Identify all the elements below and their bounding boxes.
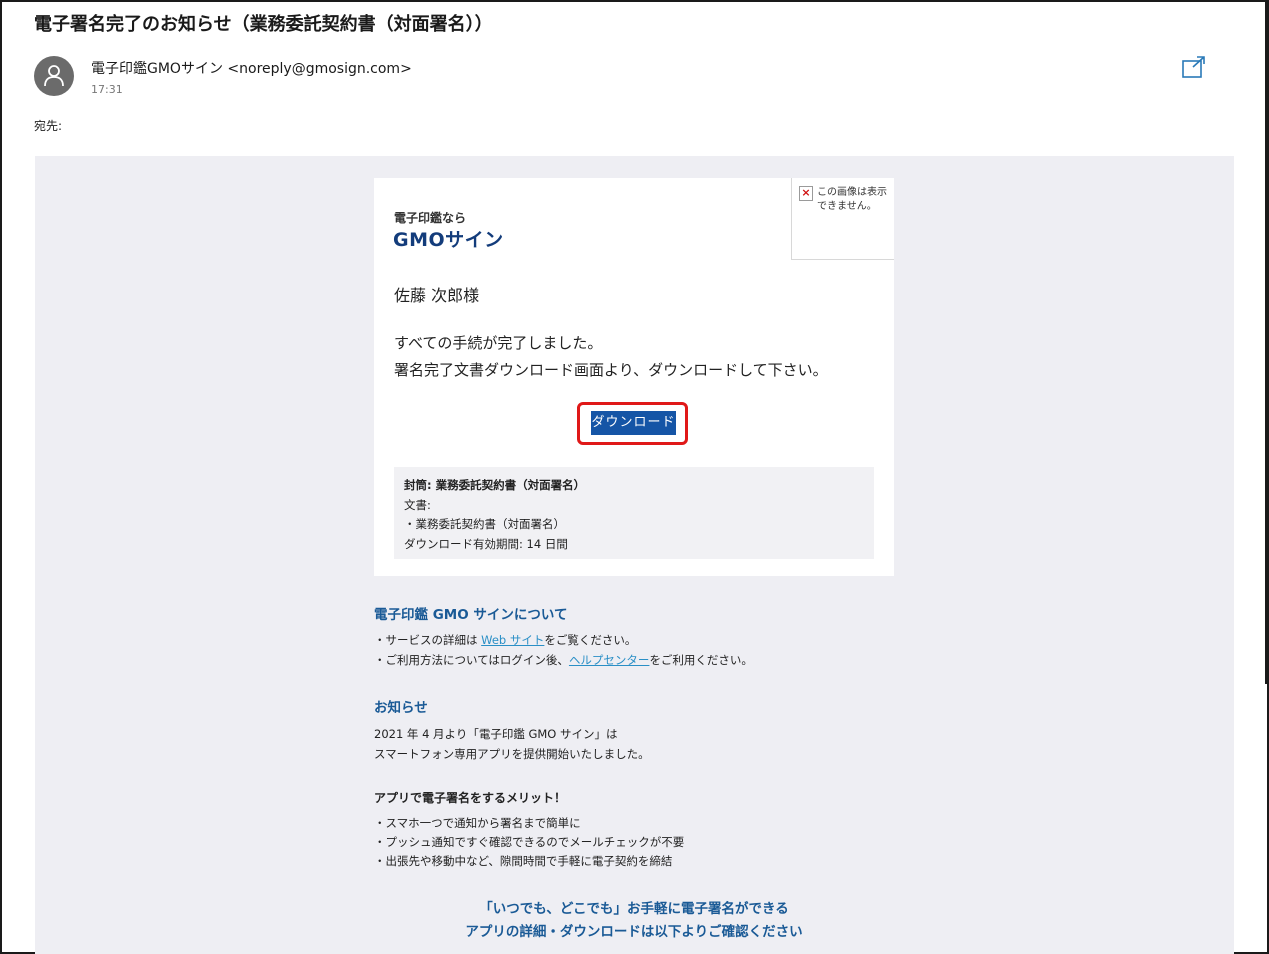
about-line-2-suffix: をご利用ください。 [649, 653, 753, 667]
document-item: ・業務委託契約書（対面署名） [404, 517, 565, 531]
merit-title: アプリで電子署名をするメリット！ [374, 791, 567, 805]
help-center-link[interactable]: ヘルプセンター [569, 653, 650, 667]
merit-item: ・プッシュ通知ですぐ確認できるのでメールチェックが不要 [374, 835, 685, 849]
document-label: 文書: [404, 498, 431, 512]
document-info: 封筒: 業務委託契約書（対面署名） 文書: ・業務委託契約書（対面署名） ダウン… [394, 467, 874, 559]
person-icon [44, 65, 64, 87]
merit-item: ・出張先や移動中など、隙間時間で手軽に電子契約を締結 [374, 854, 673, 868]
email-time: 17:31 [91, 83, 123, 96]
broken-image: × この画像は表示できません。 [791, 178, 894, 260]
message-card: 電子印鑑なら GMOサイン × この画像は表示できません。 佐藤 次郎様 すべて… [374, 178, 894, 576]
scrollbar-edge [1265, 0, 1267, 684]
notice-line-2: スマートフォン専用アプリを提供開始いたしました。 [374, 747, 650, 761]
download-period: ダウンロード有効期間: 14 日間 [404, 537, 568, 551]
sender-avatar[interactable] [34, 56, 74, 96]
logo-tagline: 電子印鑑なら [394, 211, 467, 225]
envelope-name: 封筒: 業務委託契約書（対面署名） [404, 478, 586, 492]
message-line-1: すべての手続が完了しました。 [394, 334, 603, 352]
broken-image-text: この画像は表示できません。 [817, 187, 887, 212]
about-line-1-suffix: をご覧ください。 [544, 633, 637, 647]
greeting: 佐藤 次郎様 [394, 286, 480, 305]
cta-line-1: 「いつでも、どこでも」お手軽に電子署名ができる [479, 901, 789, 917]
website-link[interactable]: Web サイト [481, 633, 544, 647]
about-line-2: ・ご利用方法についてはログイン後、ヘルプセンターをご利用ください。 [374, 652, 753, 668]
cta-line-2: アプリの詳細・ダウンロードは以下よりご確認ください [465, 924, 803, 940]
about-line-2-text: ・ご利用方法についてはログイン後、 [374, 653, 569, 667]
download-button[interactable]: ダウンロード [591, 411, 676, 435]
popout-button[interactable] [1181, 55, 1207, 79]
message-line-2: 署名完了文書ダウンロード画面より、ダウンロードして下さい。 [394, 361, 828, 379]
broken-image-icon: × [799, 186, 813, 201]
sender-name[interactable]: 電子印鑑GMOサイン <noreply@gmosign.com> [91, 58, 412, 78]
notice-title: お知らせ [374, 700, 428, 716]
to-label: 宛先: [34, 119, 63, 133]
email-subject: 電子署名完了のお知らせ（業務委託契約書（対面署名）） [34, 14, 493, 35]
about-line-1-text: ・サービスの詳細は [374, 633, 482, 647]
about-line-1: ・サービスの詳細は Web サイトをご覧ください。 [374, 632, 636, 648]
gmo-sign-logo: GMOサイン [393, 229, 504, 251]
notice-line-1: 2021 年 4 月より「電子印鑑 GMO サイン」は [374, 727, 618, 741]
about-title: 電子印鑑 GMO サインについて [374, 607, 568, 623]
popout-icon [1182, 56, 1205, 78]
merit-item: ・スマホ一つで通知から署名まで簡単に [374, 816, 581, 830]
